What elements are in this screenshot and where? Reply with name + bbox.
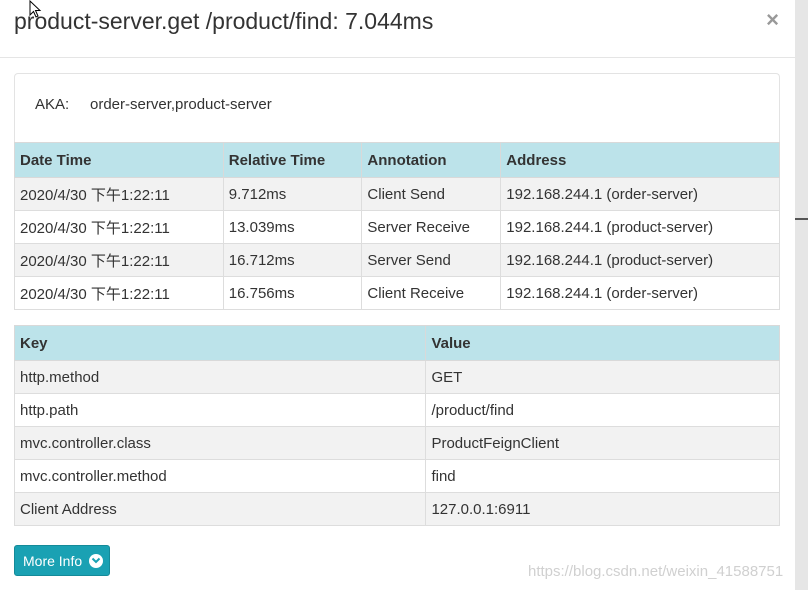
- annotation-cell: Server Receive: [361, 210, 502, 244]
- span-detail-modal: product-server.get /product/find: 7.044m…: [0, 0, 795, 590]
- tags-table: Key Value http.method GET http.path /pro…: [13, 325, 780, 526]
- value-cell: 127.0.0.1:6911: [425, 492, 780, 526]
- table-row: http.path /product/find: [13, 393, 780, 427]
- close-button[interactable]: ×: [766, 7, 779, 33]
- relative-time-cell: 16.712ms: [222, 243, 363, 277]
- aka-value: order-server,product-server: [90, 96, 272, 113]
- table-row: Client Address 127.0.0.1:6911: [13, 492, 780, 526]
- key-cell: http.method: [13, 360, 427, 394]
- annotations-table: Date Time Relative Time Annotation Addre…: [14, 142, 780, 310]
- mouse-cursor-icon: [29, 0, 42, 18]
- key-cell: mvc.controller.class: [13, 426, 427, 460]
- address-cell: 192.168.244.1 (product-server): [500, 243, 780, 277]
- tags-header-row: Key Value: [13, 325, 780, 361]
- key-cell: mvc.controller.method: [13, 459, 427, 493]
- more-info-label: More Info: [23, 553, 83, 569]
- annotation-cell: Client Send: [361, 177, 502, 211]
- value-cell: GET: [425, 360, 780, 394]
- date-time-cell: 2020/4/30 下午1:22:11: [14, 243, 224, 277]
- table-row: http.method GET: [13, 360, 780, 394]
- date-time-cell: 2020/4/30 下午1:22:11: [14, 177, 224, 211]
- watermark-text: https://blog.csdn.net/weixin_41588751: [528, 563, 784, 580]
- relative-time-cell: 13.039ms: [222, 210, 363, 244]
- column-header-annotation: Annotation: [361, 142, 502, 178]
- annotation-cell: Client Receive: [361, 276, 502, 310]
- modal-backdrop: [795, 0, 808, 590]
- table-row: 2020/4/30 下午1:22:11 9.712ms Client Send …: [14, 177, 780, 211]
- table-row: 2020/4/30 下午1:22:11 16.712ms Server Send…: [14, 243, 780, 277]
- table-row: mvc.controller.method find: [13, 459, 780, 493]
- column-header-relative-time: Relative Time: [222, 142, 363, 178]
- date-time-cell: 2020/4/30 下午1:22:11: [14, 210, 224, 244]
- more-info-button[interactable]: More Info: [14, 545, 110, 576]
- address-cell: 192.168.244.1 (order-server): [500, 177, 780, 211]
- table-row: 2020/4/30 下午1:22:11 16.756ms Client Rece…: [14, 276, 780, 310]
- column-header-date-time: Date Time: [14, 142, 224, 178]
- modal-header: product-server.get /product/find: 7.044m…: [0, 0, 795, 58]
- address-cell: 192.168.244.1 (order-server): [500, 276, 780, 310]
- relative-time-cell: 9.712ms: [222, 177, 363, 211]
- column-header-address: Address: [500, 142, 780, 178]
- value-cell: find: [425, 459, 780, 493]
- modal-title: product-server.get /product/find: 7.044m…: [14, 8, 434, 34]
- column-header-value: Value: [425, 325, 780, 361]
- column-header-key: Key: [13, 325, 427, 361]
- aka-label: AKA:: [35, 96, 70, 113]
- key-cell: Client Address: [13, 492, 427, 526]
- chevron-down-icon: [89, 554, 104, 568]
- address-cell: 192.168.244.1 (product-server): [500, 210, 780, 244]
- value-cell: ProductFeignClient: [425, 426, 780, 460]
- date-time-cell: 2020/4/30 下午1:22:11: [14, 276, 224, 310]
- key-cell: http.path: [13, 393, 427, 427]
- table-row: 2020/4/30 下午1:22:11 13.039ms Server Rece…: [14, 210, 780, 244]
- annotation-cell: Server Send: [361, 243, 502, 277]
- aka-panel: AKA: order-server,product-server: [14, 73, 780, 142]
- backdrop-divider: [795, 218, 808, 220]
- annotations-header-row: Date Time Relative Time Annotation Addre…: [14, 142, 780, 178]
- table-row: mvc.controller.class ProductFeignClient: [13, 426, 780, 460]
- relative-time-cell: 16.756ms: [222, 276, 363, 310]
- value-cell: /product/find: [425, 393, 780, 427]
